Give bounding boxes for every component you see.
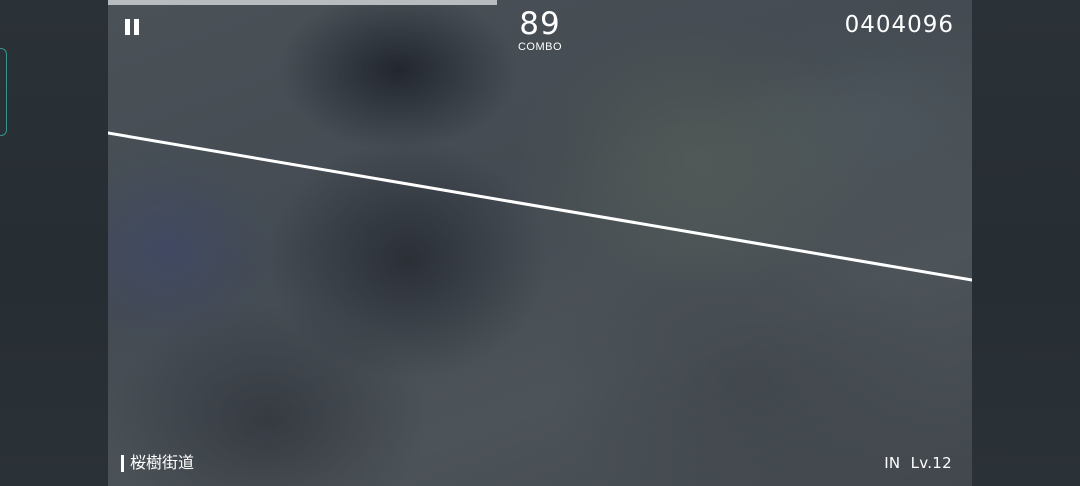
pause-icon-bar-left bbox=[125, 19, 130, 35]
judge-line-layer bbox=[108, 131, 972, 282]
combo-count: 89 bbox=[519, 6, 561, 42]
judge-line bbox=[108, 131, 972, 282]
side-accent-tab bbox=[0, 48, 7, 136]
pause-button[interactable] bbox=[122, 17, 142, 39]
song-title: 桜樹街道 bbox=[121, 453, 194, 473]
combo-display: 89 COMBO bbox=[490, 6, 590, 53]
score-display: 0404096 bbox=[844, 12, 954, 38]
difficulty-level: IN Lv.12 bbox=[884, 454, 952, 472]
song-title-text: 桜樹街道 bbox=[130, 453, 195, 472]
game-screen: 89 COMBO 0404096 桜樹街道 IN Lv.12 bbox=[0, 0, 1080, 486]
left-side-panel bbox=[0, 0, 108, 486]
right-side-panel bbox=[972, 0, 1080, 486]
play-area[interactable]: 89 COMBO 0404096 桜樹街道 IN Lv.12 bbox=[108, 0, 972, 486]
combo-label: COMBO bbox=[517, 41, 563, 53]
title-marker-bar bbox=[121, 454, 124, 472]
pause-icon-bar-right bbox=[134, 19, 139, 35]
